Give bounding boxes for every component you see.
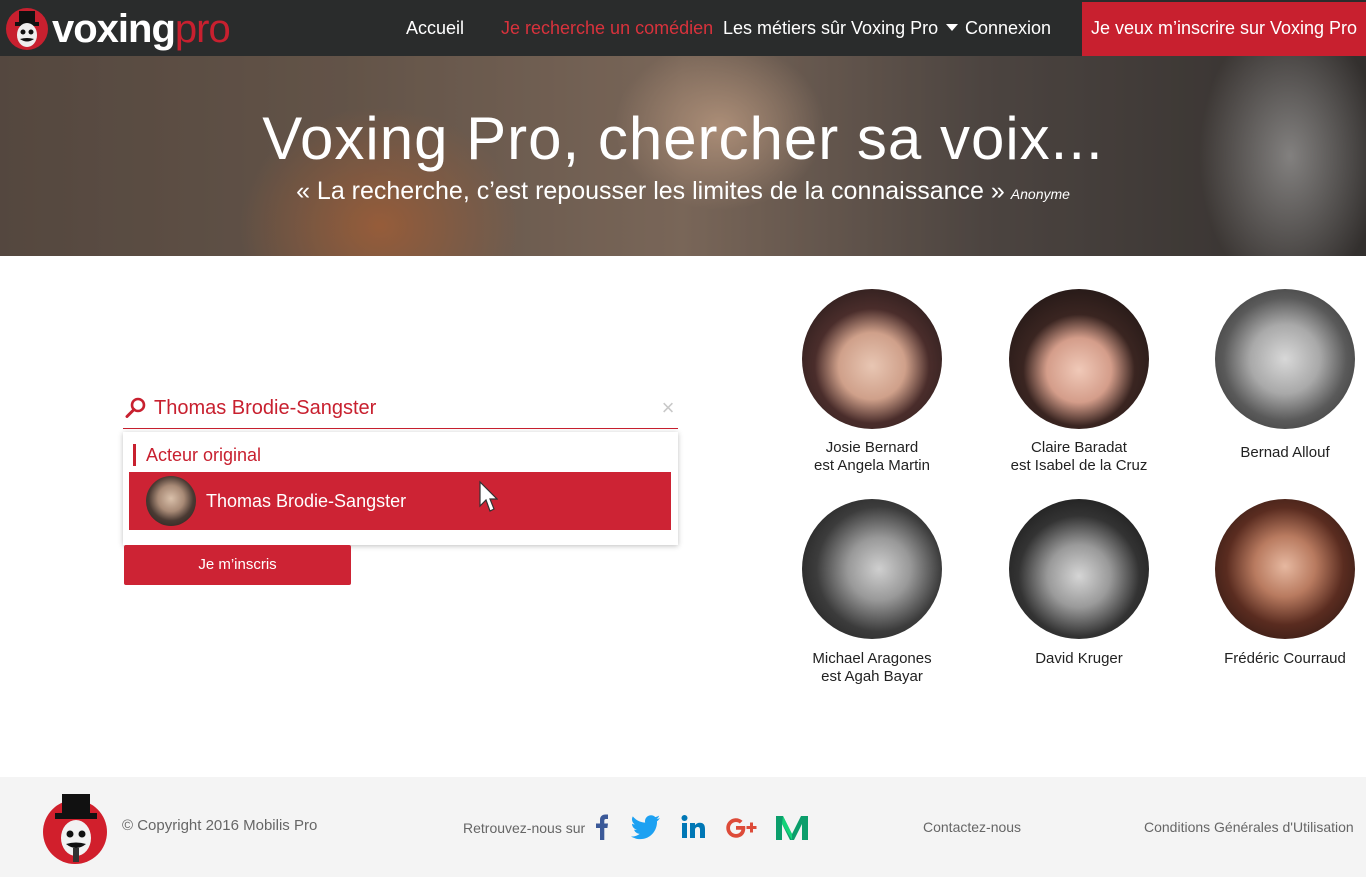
clear-search-icon[interactable]: × [658, 394, 678, 422]
nav-metiers-label: Les métiers sûr Voxing Pro [723, 18, 939, 38]
google-plus-icon[interactable] [725, 812, 759, 842]
actor-card[interactable]: Michael Aragones est Agah Bayar [772, 499, 972, 686]
actor-card[interactable]: Bernad Allouf [1185, 289, 1366, 462]
nav-metiers-dropdown[interactable]: Les métiers sûr Voxing Pro [723, 0, 959, 56]
facebook-icon[interactable] [584, 812, 618, 842]
actor-name: Frédéric Courraud [1224, 650, 1346, 667]
page-footer: © Copyright 2016 Mobilis Pro Retrouvez-n… [0, 777, 1366, 877]
actor-photo [1215, 499, 1355, 639]
hero-banner: Voxing Pro, chercher sa voix... « La rec… [0, 56, 1366, 256]
actor-card[interactable]: David Kruger [979, 499, 1179, 668]
terms-link[interactable]: Conditions Générales d'Utilisation [1144, 819, 1354, 835]
actor-photo [802, 289, 942, 429]
follow-us-label: Retrouvez-nous sur [463, 820, 586, 836]
hero-title: Voxing Pro, chercher sa voix... [262, 105, 1104, 172]
actor-role: est Isabel de la Cruz [1010, 457, 1148, 474]
suggestion-item[interactable]: Thomas Brodie-Sangster [129, 472, 671, 530]
search-icon [125, 397, 146, 418]
actor-role: est Agah Bayar [821, 668, 923, 685]
actor-name: Josie Bernard [825, 439, 919, 456]
quote-author: Anonyme [1010, 186, 1070, 202]
caret-down-icon [946, 23, 959, 31]
brand-logo[interactable]: voxingpro [6, 7, 231, 51]
nav-recherche-comedien[interactable]: Je recherche un comédien [501, 0, 713, 56]
twitter-icon[interactable] [629, 812, 663, 842]
signup-cta-button[interactable]: Je veux m’inscrire sur Voxing Pro [1082, 2, 1366, 56]
actor-search-box: × [123, 388, 678, 429]
contact-link[interactable]: Contactez-nous [923, 819, 1021, 835]
search-suggestions-dropdown: Acteur original Thomas Brodie-Sangster [123, 432, 678, 545]
medium-icon[interactable] [775, 812, 809, 842]
nav-accueil[interactable]: Accueil [406, 0, 464, 56]
actor-card[interactable]: Claire Baradat est Isabel de la Cruz [979, 289, 1179, 475]
linkedin-icon[interactable] [677, 812, 711, 842]
actor-photo [1009, 499, 1149, 639]
mascot-icon [6, 8, 48, 50]
actor-photo [1215, 289, 1355, 429]
mascot-logo-icon[interactable] [43, 794, 108, 864]
actor-name: Claire Baradat [1031, 439, 1127, 456]
quote-text: « La recherche, c’est repousser les limi… [296, 177, 1005, 205]
nav-connexion[interactable]: Connexion [965, 0, 1051, 56]
actor-photo [802, 499, 942, 639]
actor-role: est Angela Martin [814, 457, 930, 474]
actor-name: Bernad Allouf [1240, 444, 1330, 461]
avatar [146, 476, 196, 526]
actor-name: David Kruger [1035, 650, 1123, 667]
actor-card[interactable]: Josie Bernard est Angela Martin [772, 289, 972, 475]
search-input[interactable] [154, 394, 634, 422]
mouse-cursor-icon [479, 480, 498, 512]
copyright-text: © Copyright 2016 Mobilis Pro [122, 817, 318, 834]
suggestion-name: Thomas Brodie-Sangster [206, 491, 407, 511]
actor-card[interactable]: Frédéric Courraud [1185, 499, 1366, 668]
top-navbar: voxingpro Accueil Je recherche un comédi… [0, 0, 1366, 56]
signup-button[interactable]: Je m’inscris [124, 545, 351, 585]
hero-quote: « La recherche, c’est repousser les limi… [0, 176, 1366, 209]
actor-name: Michael Aragones [812, 650, 932, 667]
actor-photo [1009, 289, 1149, 429]
brand-wordmark: voxingpro [52, 7, 231, 51]
suggestion-category-label: Acteur original [133, 444, 261, 466]
